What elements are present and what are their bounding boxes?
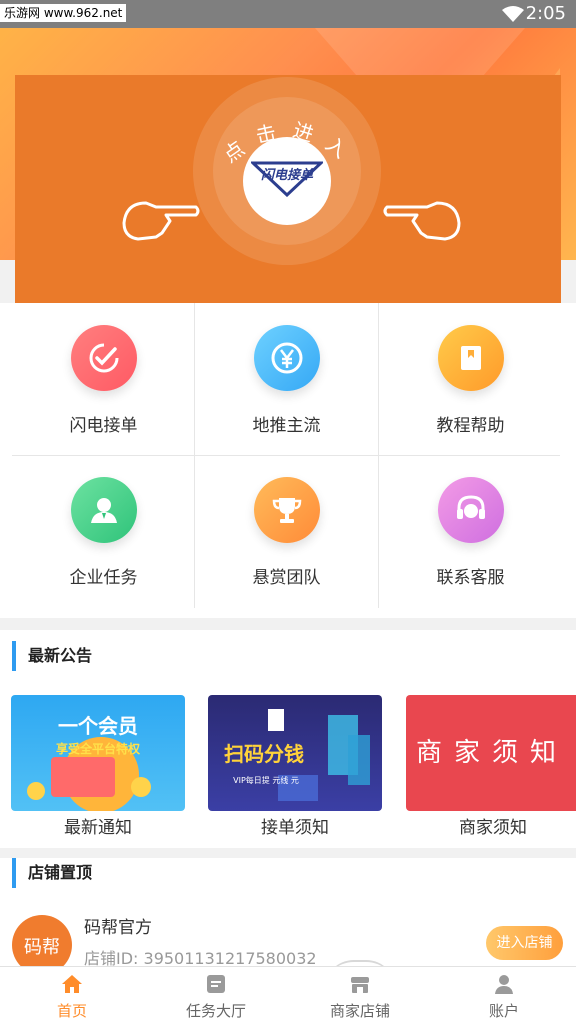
notices-section: 最新公告 一个会员 享受全平台特权 最新通知 扫码分钱 VIP每日提 元线 元 … [0, 630, 576, 848]
svg-text:闪电接单: 闪电接单 [261, 167, 314, 183]
section-title: 店铺置顶 [12, 858, 92, 888]
yen-icon [271, 342, 303, 374]
tab-label: 任务大厅 [185, 1002, 246, 1020]
section-title: 最新公告 [12, 641, 92, 671]
grid-item-customer-service[interactable]: 联系客服 [379, 455, 562, 605]
notice-card-label[interactable]: 最新通知 [11, 813, 185, 838]
grid-icon-bg [438, 325, 504, 391]
tab-label: 商家店铺 [329, 1002, 390, 1020]
person-icon [91, 498, 117, 523]
task-icon [207, 975, 225, 993]
notice-card-label[interactable]: 商家须知 [406, 813, 576, 838]
grid-item-label: 闪电接单 [69, 416, 138, 436]
grid-icon-bg [254, 325, 320, 391]
grid-item-flash-order[interactable]: 闪电接单 [12, 303, 195, 453]
clock: 2:05 [525, 3, 566, 24]
tab-merchant-store[interactable]: 商家店铺 [288, 967, 432, 1024]
notice-card-order-guide[interactable]: 扫码分钱 VIP每日提 元线 元 [208, 695, 382, 811]
scan-share-promo-image: 扫码分钱 VIP每日提 元线 元 [224, 709, 370, 801]
account-icon [495, 975, 513, 994]
grid-item-promotion[interactable]: 地推主流 [195, 303, 378, 453]
notice-card-latest[interactable]: 一个会员 享受全平台特权 [11, 695, 185, 811]
svg-text:享受全平台特权: 享受全平台特权 [56, 741, 141, 756]
hero-banner[interactable]: 点击进入 闪电接单 [15, 75, 561, 303]
merchant-guide-image: 商家须知 [416, 738, 568, 768]
notice-card-merchant-guide[interactable]: 商家须知 [406, 695, 576, 811]
svg-text:码帮: 码帮 [24, 937, 60, 958]
watermark-label: 乐游网 www.962.net [0, 4, 127, 22]
svg-text:一个会员: 一个会员 [58, 714, 138, 738]
svg-text:VIP每日提 元线 元: VIP每日提 元线 元 [233, 775, 299, 785]
grid-item-enterprise-task[interactable]: 企业任务 [12, 455, 195, 605]
grid-icon-bg [71, 325, 137, 391]
grid-item-label: 地推主流 [252, 416, 321, 436]
grid-icon-bg [71, 477, 137, 543]
trophy-icon [272, 498, 302, 523]
tab-home[interactable]: 首页 [0, 967, 144, 1024]
tab-label: 账户 [488, 1002, 519, 1020]
pinned-shops-section: 店铺置顶 码帮 码帮官方 店铺ID: 39501131217580032 进入店… [0, 858, 576, 978]
notice-card-label[interactable]: 接单须知 [208, 813, 382, 838]
tab-account[interactable]: 账户 [432, 967, 576, 1024]
feature-grid: 闪电接单 地推主流 教程帮助 企业任务 悬赏团队 联系客服 [0, 303, 576, 618]
membership-promo-image: 一个会员 享受全平台特权 [27, 714, 151, 811]
headset-icon [457, 495, 485, 519]
home-icon [62, 975, 82, 993]
pointing-hand-right-icon [122, 201, 200, 241]
logo-triangle-icon: 闪电接单 [251, 161, 323, 197]
store-icon [351, 977, 369, 993]
svg-text:扫码分钱: 扫码分钱 [224, 742, 304, 766]
pointing-hand-left-icon [383, 201, 461, 241]
tab-task-hall[interactable]: 任务大厅 [144, 967, 288, 1024]
status-bar: 乐游网 www.962.net 2:05 [0, 0, 576, 28]
grid-item-label: 企业任务 [69, 568, 138, 588]
check-icon [89, 343, 119, 373]
enter-shop-button[interactable]: 进入店铺 [486, 926, 563, 960]
grid-item-reward-team[interactable]: 悬赏团队 [195, 455, 378, 605]
wifi-icon [502, 6, 524, 22]
grid-item-tutorial[interactable]: 教程帮助 [379, 303, 562, 453]
grid-icon-bg [438, 477, 504, 543]
grid-item-label: 联系客服 [436, 568, 505, 588]
svg-text:商家须知: 商家须知 [416, 738, 568, 768]
tab-label: 首页 [56, 1002, 87, 1020]
grid-item-label: 悬赏团队 [252, 568, 321, 588]
grid-item-label: 教程帮助 [436, 416, 505, 436]
shop-name[interactable]: 码帮官方 [84, 913, 152, 938]
grid-icon-bg [254, 477, 320, 543]
bottom-tab-bar: 首页 任务大厅 商家店铺 账户 [0, 966, 576, 1024]
book-icon [461, 346, 481, 370]
